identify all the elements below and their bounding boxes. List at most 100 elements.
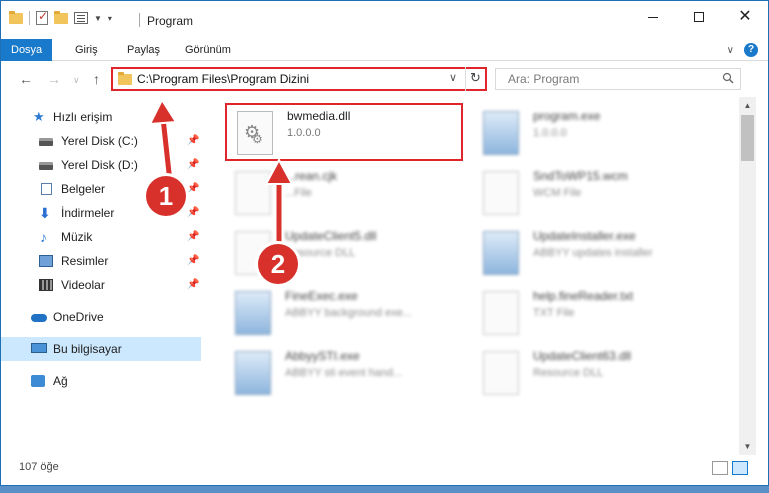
- pin-icon[interactable]: 📌: [187, 129, 199, 153]
- title-bar: ▼ ▾ Program ✕: [1, 1, 768, 39]
- sidebar-item-videos[interactable]: Videolar 📌: [1, 273, 201, 297]
- list-item[interactable]: UpdateClient63.dll Resource DLL: [473, 345, 713, 403]
- file-name: AbbyySTI.exe: [285, 349, 360, 363]
- forward-arrow-icon[interactable]: →: [47, 71, 61, 87]
- file-name: UpdateInstaller.exe: [533, 229, 636, 243]
- properties-check-icon[interactable]: [36, 9, 48, 25]
- help-icon[interactable]: ?: [744, 43, 758, 57]
- scroll-up-icon[interactable]: ▲: [739, 97, 756, 114]
- sidebar-item-label: Yerel Disk (D:): [61, 158, 138, 172]
- tab-file[interactable]: Dosya: [1, 39, 53, 61]
- explorer-window: ▼ ▾ Program ✕ Dosya Giriş Paylaş Görünüm…: [0, 0, 769, 486]
- pin-icon[interactable]: 📌: [187, 273, 199, 297]
- sidebar-item-onedrive[interactable]: OneDrive: [1, 305, 201, 329]
- vertical-scrollbar[interactable]: ▲ ▼: [739, 97, 756, 455]
- list-item[interactable]: AbbyySTI.exe ABBYY sti event hand...: [225, 345, 465, 403]
- file-detail: 1.0.0.0: [287, 127, 321, 139]
- scroll-down-icon[interactable]: ▼: [739, 438, 756, 455]
- scroll-thumb[interactable]: [741, 115, 754, 161]
- exe-file-icon: [235, 351, 271, 395]
- item-count: 107 öğe: [19, 461, 59, 473]
- network-icon: [31, 375, 45, 387]
- file-icon: [483, 171, 519, 215]
- sidebar-item-this-pc[interactable]: Bu bilgisayar: [1, 337, 201, 361]
- list-item[interactable]: FineExec.exe ABBYY background exe...: [225, 285, 465, 343]
- customize-toolbar-icon[interactable]: ▾: [108, 14, 112, 23]
- chevron-down-icon[interactable]: ▼: [94, 14, 102, 23]
- close-button[interactable]: ✕: [722, 1, 768, 33]
- sidebar-item-label: Belgeler: [61, 182, 106, 196]
- file-detail: 1.0.0.0: [533, 127, 567, 139]
- navigation-pane: ★ Hızlı erişim Yerel Disk (C:) 📌 Yerel D…: [1, 101, 201, 451]
- tab-home[interactable]: Giriş: [65, 39, 108, 61]
- chevron-down-icon[interactable]: ∨: [449, 71, 457, 84]
- tab-view[interactable]: Görünüm: [175, 39, 241, 61]
- status-bar: 107 öğe: [1, 457, 768, 479]
- sidebar-item-label: İndirmeler: [61, 206, 115, 220]
- address-path[interactable]: C:\Program Files\Program Dizini: [137, 72, 309, 86]
- tab-share[interactable]: Paylaş: [117, 39, 170, 61]
- window-title: Program: [147, 14, 194, 28]
- sidebar-item-pictures[interactable]: Resimler 📌: [1, 249, 201, 273]
- file-name: program.exe: [533, 109, 601, 123]
- pin-icon[interactable]: 📌: [187, 201, 199, 225]
- close-icon: ✕: [738, 8, 752, 25]
- up-arrow-icon[interactable]: ↑: [93, 71, 100, 87]
- recent-locations-icon[interactable]: ∨: [73, 75, 80, 86]
- minimize-button[interactable]: [630, 1, 676, 33]
- large-icons-view-icon[interactable]: [732, 461, 748, 475]
- sidebar-item-network[interactable]: Ağ: [1, 369, 201, 393]
- address-bar[interactable]: C:\Program Files\Program Dizini ∨ ↻: [111, 67, 487, 91]
- new-folder-icon[interactable]: [54, 10, 68, 24]
- file-name: bwmedia.dll: [287, 109, 351, 123]
- documents-icon: [41, 183, 52, 195]
- navigation-bar: ← → ∨ ↑ C:\Program Files\Program Dizini …: [1, 63, 768, 95]
- refresh-icon[interactable]: ↻: [465, 67, 485, 91]
- step-callout-1: 1: [146, 176, 186, 216]
- list-item[interactable]: program.exe 1.0.0.0: [473, 105, 713, 163]
- details-view-icon[interactable]: [712, 461, 728, 475]
- file-item-selected[interactable]: ⚙ ⚙ bwmedia.dll 1.0.0.0: [225, 103, 463, 161]
- back-arrow-icon[interactable]: ←: [19, 71, 33, 87]
- list-item[interactable]: UpdateInstaller.exe ABBYY updates instal…: [473, 225, 713, 283]
- videos-icon: [39, 279, 53, 291]
- sidebar-item-quick-access[interactable]: ★ Hızlı erişim: [1, 105, 201, 129]
- sidebar-item-label: OneDrive: [53, 310, 104, 324]
- download-icon: ⬇: [39, 205, 51, 221]
- view-switcher: [712, 461, 748, 475]
- pin-icon[interactable]: 📌: [187, 177, 199, 201]
- divider: [29, 11, 30, 25]
- list-item[interactable]: ...rean.cjk ...File: [225, 165, 465, 223]
- sidebar-item-disk-d[interactable]: Yerel Disk (D:) 📌: [1, 153, 201, 177]
- maximize-icon: [694, 12, 704, 22]
- list-item[interactable]: SndToWP15.wcm WCM File: [473, 165, 713, 223]
- cloud-icon: [31, 314, 47, 322]
- dll-file-icon: ⚙ ⚙: [237, 111, 273, 155]
- sidebar-item-label: Bu bilgisayar: [53, 342, 122, 356]
- step-callout-2: 2: [258, 244, 298, 284]
- list-item[interactable]: help.fineReader.txt TXT File: [473, 285, 713, 343]
- chevron-down-icon[interactable]: ∨: [727, 45, 734, 56]
- maximize-button[interactable]: [676, 1, 722, 33]
- ribbon-tabs: Dosya Giriş Paylaş Görünüm ∨ ?: [1, 39, 768, 61]
- file-detail: ABBYY background exe...: [285, 307, 412, 319]
- text-file-icon: [483, 291, 519, 335]
- minimize-icon: [648, 16, 658, 18]
- gear-icon: ⚙: [252, 132, 263, 146]
- search-input[interactable]: Ara: Program: [495, 68, 741, 90]
- pin-icon[interactable]: 📌: [187, 153, 199, 177]
- sidebar-item-label: Müzik: [61, 230, 93, 244]
- file-detail: TXT File: [533, 307, 575, 319]
- disk-icon: [39, 138, 53, 146]
- sidebar-item-disk-c[interactable]: Yerel Disk (C:) 📌: [1, 129, 201, 153]
- search-placeholder: Ara: Program: [508, 72, 580, 86]
- search-icon[interactable]: [722, 72, 734, 84]
- ribbon-controls: ∨ ?: [727, 43, 758, 57]
- view-properties-icon[interactable]: [74, 12, 88, 24]
- pin-icon[interactable]: 📌: [187, 225, 199, 249]
- exe-file-icon: [483, 111, 519, 155]
- dll-file-icon: [483, 351, 519, 395]
- pin-icon[interactable]: 📌: [187, 249, 199, 273]
- folder-icon: [9, 10, 23, 24]
- sidebar-item-music[interactable]: ♪ Müzik 📌: [1, 225, 201, 249]
